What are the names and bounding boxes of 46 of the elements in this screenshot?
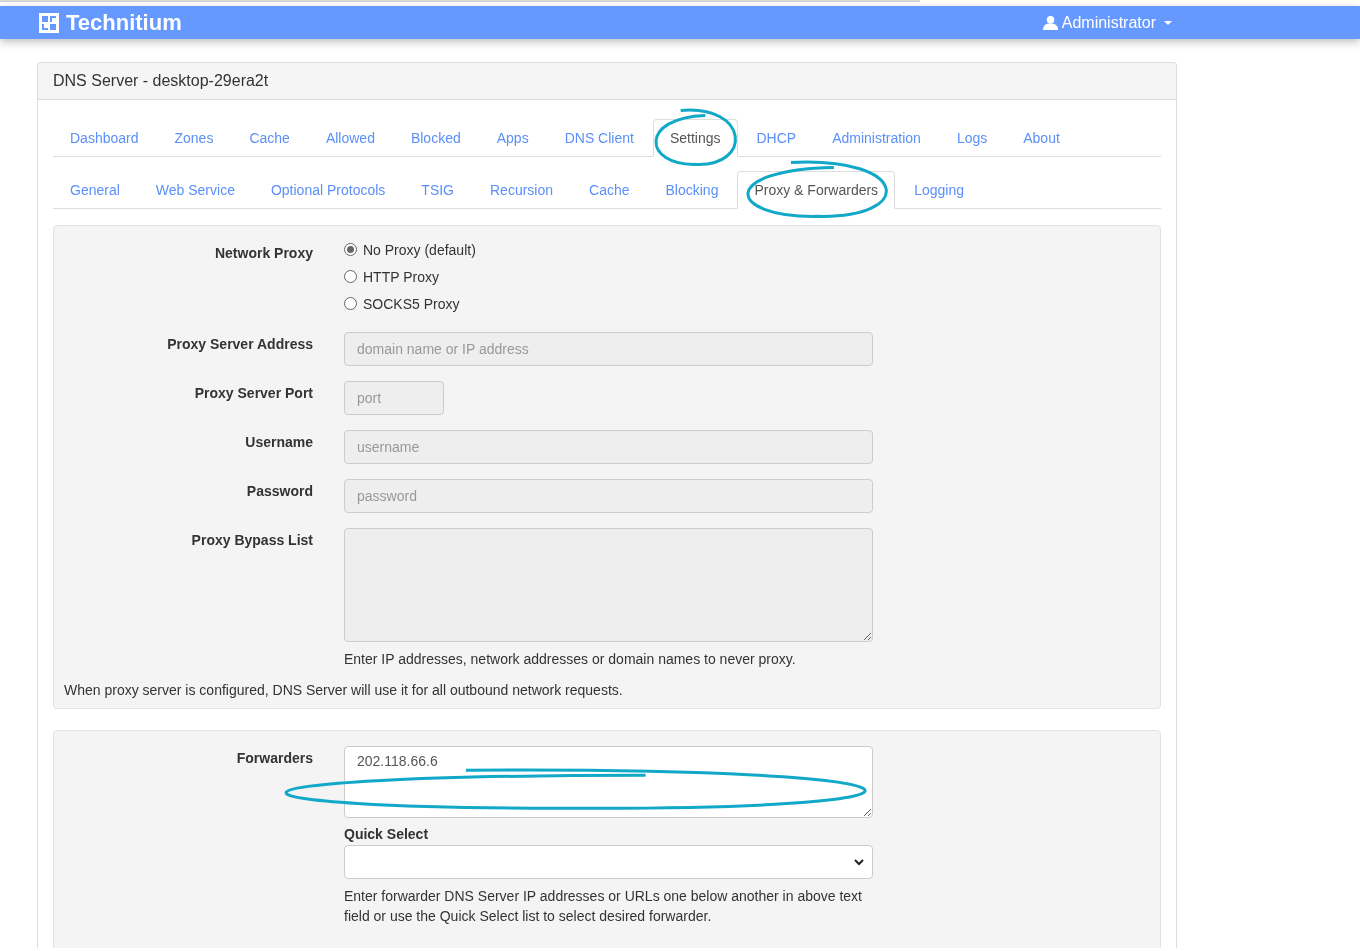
radio-label[interactable]: SOCKS5 Proxy xyxy=(363,295,460,312)
note-text: When proxy server is configured, DNS Server will use it for all outbound network requests. xyxy=(64,682,624,698)
tab[interactable]: Blocking xyxy=(648,171,736,209)
field-label: Username xyxy=(244,433,314,452)
tab[interactable]: DNS Client xyxy=(547,119,651,157)
tab[interactable]: Optional Protocols xyxy=(253,171,403,209)
help-text: Enter IP addresses, network addresses or domain names to never proxy. xyxy=(344,650,797,669)
user-icon xyxy=(1042,15,1058,30)
tab[interactable]: Zones xyxy=(157,119,231,157)
tab[interactable]: Apps xyxy=(479,119,546,157)
radio-button[interactable] xyxy=(344,243,357,256)
radio-button[interactable] xyxy=(344,297,357,310)
user-menu[interactable]: Administrator xyxy=(1042,13,1172,32)
field-label: Proxy Bypass List xyxy=(190,531,314,550)
radio-label[interactable]: No Proxy (default) xyxy=(363,241,476,258)
field-label: Quick Select xyxy=(344,826,430,842)
tab[interactable]: Logging xyxy=(897,171,981,209)
caret-icon xyxy=(1164,20,1172,25)
tab[interactable]: Dashboard xyxy=(53,119,156,157)
field-label: Network Proxy xyxy=(213,244,314,263)
tab[interactable]: Proxy & Forwarders xyxy=(737,171,896,209)
tab[interactable]: Settings xyxy=(652,119,738,157)
tab[interactable]: Administration xyxy=(815,119,938,157)
panel-title: DNS Server - desktop-29era2t xyxy=(53,72,269,89)
tab[interactable]: About xyxy=(1006,119,1077,157)
tab[interactable]: Cache xyxy=(232,119,307,157)
tab[interactable]: General xyxy=(53,171,137,209)
tab[interactable]: TSIG xyxy=(404,171,471,209)
tab[interactable]: Allowed xyxy=(308,119,392,157)
tab[interactable]: Web Service xyxy=(138,171,252,209)
field-label: Password xyxy=(245,482,314,501)
tab[interactable]: Logs xyxy=(939,119,1005,157)
field-label: Proxy Server Address xyxy=(166,335,314,354)
tab[interactable]: Recursion xyxy=(473,171,571,209)
field-label: Proxy Server Port xyxy=(193,384,314,403)
radio-label[interactable]: HTTP Proxy xyxy=(363,268,439,285)
brand-link[interactable]: Technitium xyxy=(38,9,182,36)
tab[interactable]: Cache xyxy=(572,171,647,209)
help-text: Enter forwarder DNS Server IP addresses or URLs one below another in above text field or use the Quick Select list to select desired forwarder. xyxy=(344,887,863,926)
radio-button[interactable] xyxy=(344,270,357,283)
logo-icon xyxy=(38,11,60,34)
chevron-down-icon xyxy=(854,858,864,866)
tab[interactable]: DHCP xyxy=(739,119,814,157)
forwarders-text-area[interactable]: 202.118.66.6 xyxy=(344,746,873,818)
field-label: Forwarders xyxy=(235,749,314,768)
tab[interactable]: Blocked xyxy=(393,119,478,157)
